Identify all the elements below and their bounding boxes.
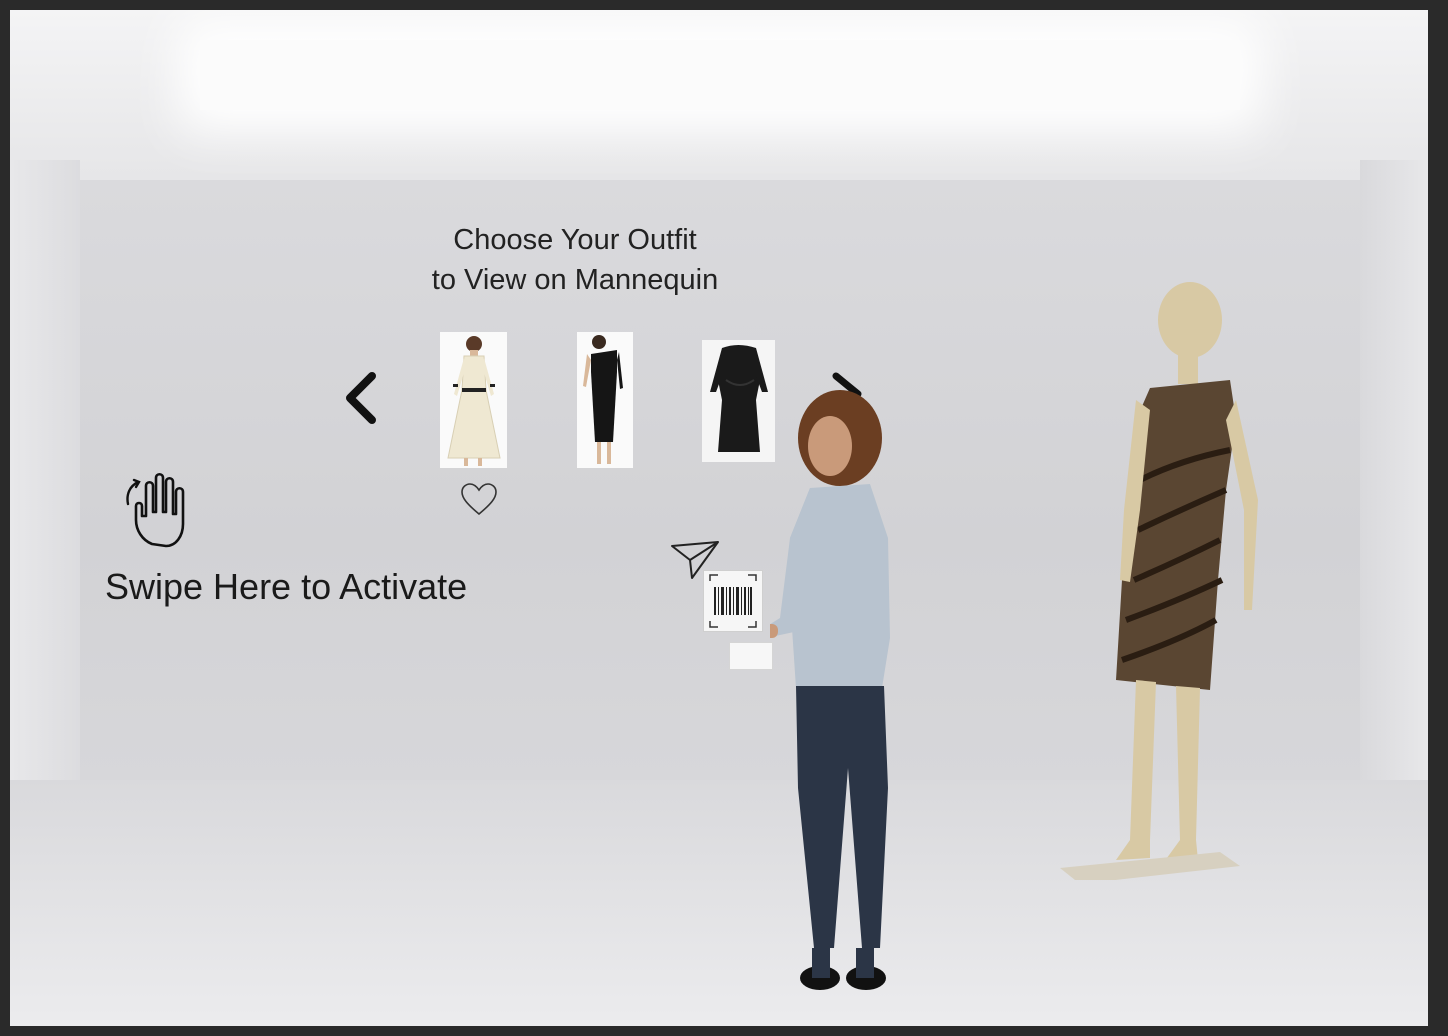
- receipt-slip: [729, 642, 773, 670]
- wave-hand-icon[interactable]: [122, 468, 202, 550]
- page-title: Choose Your Outfit to View on Mannequin: [380, 220, 770, 300]
- left-wall: [10, 160, 80, 820]
- room-scene: Choose Your Outfit to View on Mannequin: [10, 10, 1428, 1026]
- title-line-2: to View on Mannequin: [431, 264, 719, 296]
- right-wall: [1360, 160, 1428, 820]
- outfit-thumb-black-one-shoulder-dress[interactable]: [577, 332, 633, 468]
- outfit-thumb-cream-dress[interactable]: [440, 332, 507, 468]
- barcode-scanner[interactable]: [703, 570, 763, 632]
- heart-icon[interactable]: [459, 482, 499, 518]
- skylight: [200, 40, 1240, 110]
- swipe-instruction: Swipe Here to Activate: [105, 566, 468, 607]
- shopper-figure: [770, 390, 890, 990]
- outfit-thumb-black-draped-dress[interactable]: [702, 340, 775, 462]
- mannequin: [1060, 282, 1258, 880]
- title-line-1: Choose Your Outfit: [453, 224, 697, 256]
- barcode-icon: [709, 574, 757, 628]
- chevron-left-icon[interactable]: [340, 370, 380, 426]
